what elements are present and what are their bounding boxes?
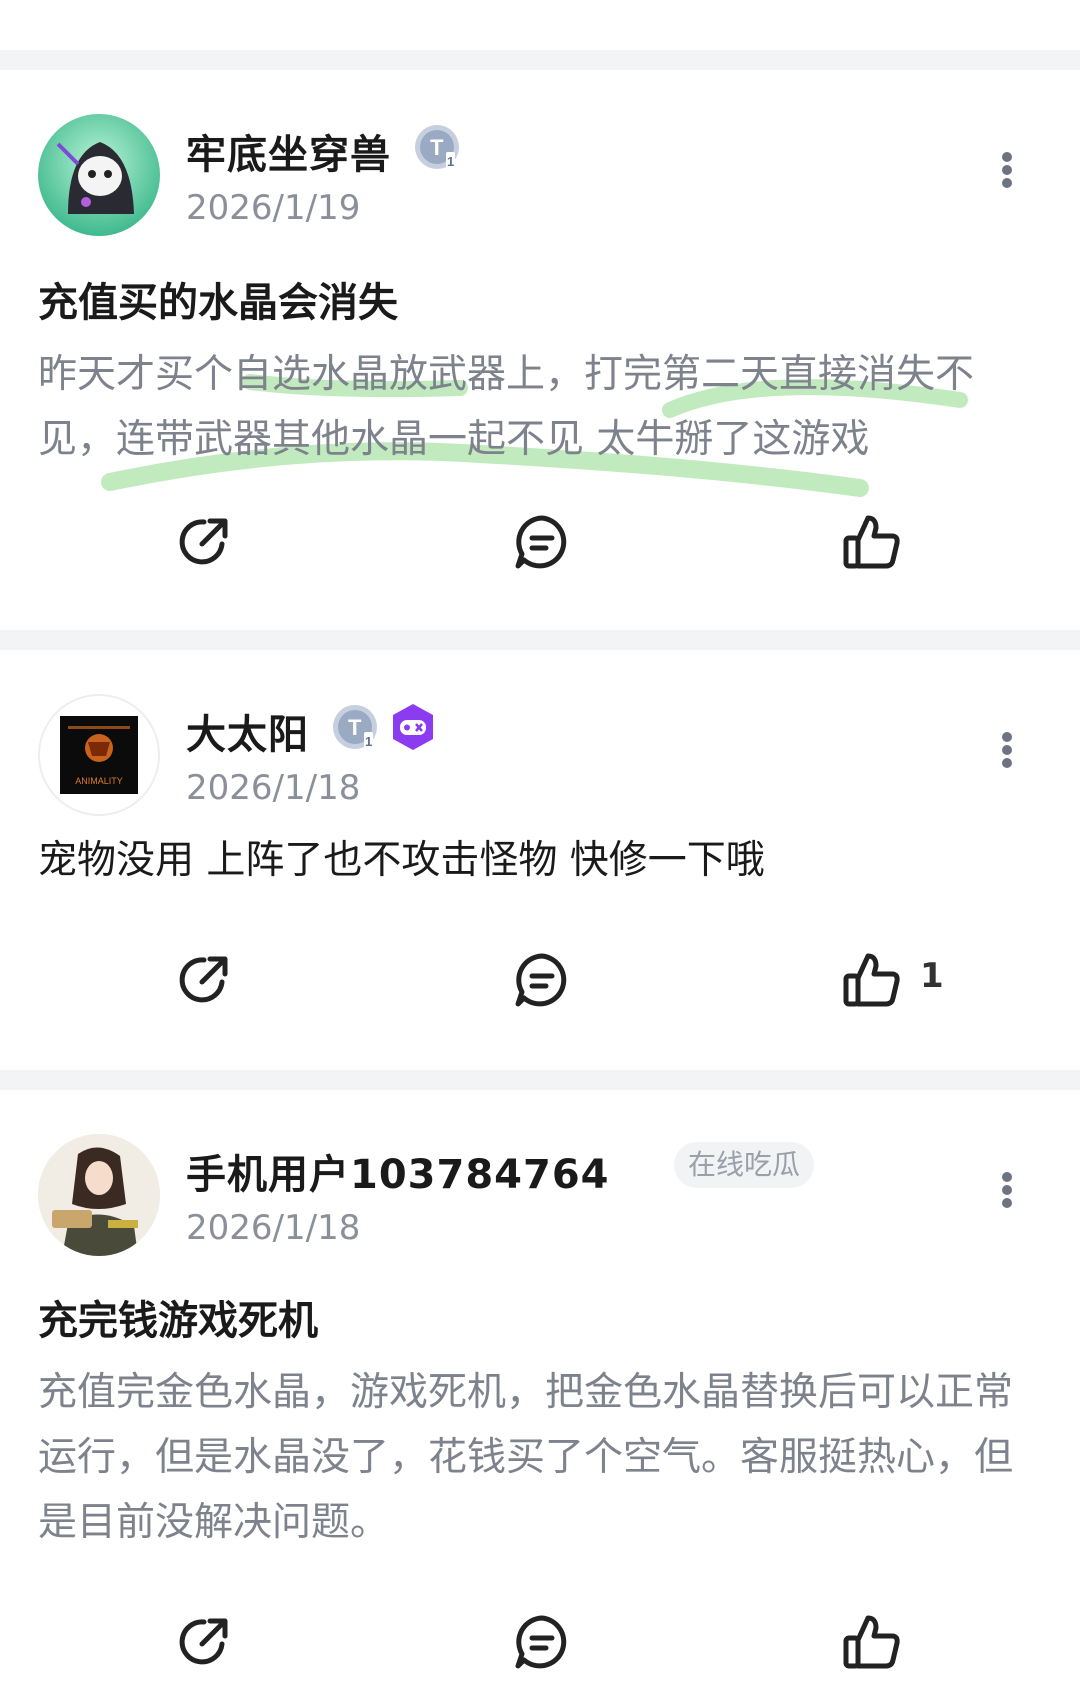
more-options-icon[interactable] bbox=[992, 1170, 1022, 1210]
like-icon[interactable] bbox=[840, 1610, 904, 1674]
username[interactable]: 手机用户103784764 bbox=[186, 1142, 610, 1200]
user-tag: 在线吃瓜 bbox=[674, 1142, 815, 1188]
top-strip bbox=[0, 0, 1080, 50]
tier-badge-icon: T 1 bbox=[330, 702, 380, 752]
svg-text:T: T bbox=[430, 135, 444, 160]
like-icon[interactable] bbox=[840, 510, 904, 574]
post-date: 2026/1/18 bbox=[186, 768, 361, 808]
post-date: 2026/1/19 bbox=[186, 188, 361, 228]
share-icon[interactable] bbox=[172, 948, 236, 1012]
tier-badge-icon: T 1 bbox=[412, 122, 462, 172]
post-body[interactable]: 宠物没用 上阵了也不攻击怪物 快修一下哦 bbox=[38, 828, 1038, 893]
gamepad-badge-icon bbox=[388, 702, 438, 752]
post-card[interactable]: ANIMALITY 大太阳 T 1 2026/1/18 宠物没用 上阵了也不攻击… bbox=[0, 650, 1080, 1070]
comment-icon[interactable] bbox=[510, 948, 574, 1012]
post-body[interactable]: 充值完金色水晶，游戏死机，把金色水晶替换后可以正常运行，但是水晶没了，花钱买了个… bbox=[38, 1360, 1038, 1555]
post-body[interactable]: 昨天才买个自选水晶放武器上，打完第二天直接消失不见，连带武器其他水晶一起不见 太… bbox=[38, 342, 1038, 472]
comment-icon[interactable] bbox=[510, 510, 574, 574]
post-date: 2026/1/18 bbox=[186, 1208, 361, 1248]
avatar[interactable]: ANIMALITY bbox=[38, 694, 160, 816]
share-icon[interactable] bbox=[172, 510, 236, 574]
post-title[interactable]: 充完钱游戏死机 bbox=[38, 1288, 318, 1346]
avatar[interactable] bbox=[38, 1134, 160, 1256]
post-card[interactable]: 手机用户103784764 在线吃瓜 2026/1/18 充完钱游戏死机 充值完… bbox=[0, 1090, 1080, 1703]
svg-text:1: 1 bbox=[365, 734, 372, 749]
avatar-logo-text: ANIMALITY bbox=[75, 776, 123, 786]
username[interactable]: 大太阳 bbox=[186, 702, 309, 760]
share-icon[interactable] bbox=[172, 1610, 236, 1674]
post-card[interactable]: 牢底坐穿兽 T 1 2026/1/19 充值买的水晶会消失 昨天才买个自选水晶放… bbox=[0, 70, 1080, 630]
more-options-icon[interactable] bbox=[992, 730, 1022, 770]
post-title[interactable]: 充值买的水晶会消失 bbox=[38, 270, 398, 328]
svg-text:1: 1 bbox=[447, 154, 454, 169]
comment-icon[interactable] bbox=[510, 1610, 574, 1674]
avatar[interactable] bbox=[38, 114, 160, 236]
like-count: 1 bbox=[920, 956, 944, 996]
like-icon[interactable] bbox=[840, 948, 904, 1012]
svg-text:T: T bbox=[348, 715, 362, 740]
more-options-icon[interactable] bbox=[992, 150, 1022, 190]
username[interactable]: 牢底坐穿兽 bbox=[186, 122, 391, 180]
